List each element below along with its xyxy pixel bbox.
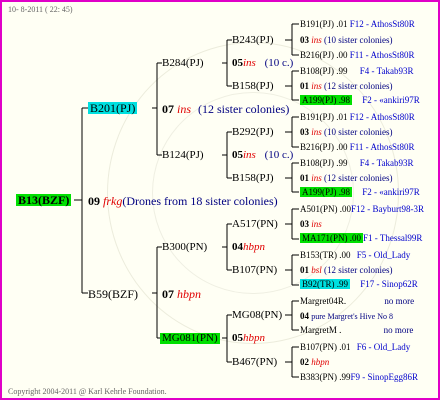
gen3-b292: B292(PJ) (232, 126, 274, 138)
gen3-mg08: MG08(PN) (232, 309, 283, 321)
root-queen: B13(BZF) (16, 193, 72, 207)
gen4-row: 01 ins (12 sister colonies) (300, 81, 393, 91)
copyright: Copyright 2004-2011 @ Karl Kehrle Founda… (8, 387, 167, 396)
gen4-row: A501(PN) .00F12 - Bayburt98-3R (300, 204, 424, 214)
gen4-row: Margret04R. no more (300, 296, 415, 306)
gen4-row: 01 bsl (12 sister colonies) (300, 265, 393, 275)
gen4-row: MargretM . no more (300, 325, 414, 335)
gen2-mg081-line: 05hbpn (232, 332, 265, 344)
pedigree-frame: 10- 8-2011 ( 22: 45) B13(BZF) B201(PJ) 0… (0, 0, 440, 400)
gen1-bottom-line: 07 hbpn (162, 287, 201, 301)
gen4-row: 01 ins (12 sister colonies) (300, 173, 393, 183)
gen4-row: 03 ins (10 sister colonies) (300, 35, 393, 45)
gen4-row: B191(PJ) .01 F12 - AthosSt80R (300, 112, 415, 122)
gen4-row: B108(PJ) .99 F4 - Takab93R (300, 66, 414, 76)
gen4-row: B216(PJ) .00 F11 - AthosSt80R (300, 142, 415, 152)
gen2-b284-line: 05ins (10 c.) (232, 57, 294, 69)
gen3-b243: B243(PJ) (232, 34, 274, 46)
gen4-row: A199(PJ) .98 F2 - «ankiri97R (300, 95, 420, 105)
gen4-row: 02 hbpn (300, 357, 330, 367)
gen4-row: B107(PN) .01 F6 - Old_Lady (300, 342, 411, 352)
gen4-row: B383(PN) .99F9 - SinopEgg86R (300, 372, 419, 382)
gen4-row: B153(TR) .00 F5 - Old_Lady (300, 250, 411, 260)
gen2-mg081: MG081(PN) (160, 332, 220, 344)
date-stamp: 10- 8-2011 ( 22: 45) (8, 5, 73, 14)
gen4-row: 04 pure Margret's Hive No 8 (300, 311, 393, 321)
gen3-a517: A517(PN) (232, 218, 278, 230)
gen3-b158a: B158(PJ) (232, 80, 274, 92)
gen1-mid-line: 09 frkg(Drones from 18 sister colonies) (88, 194, 278, 208)
gen2-b300: B300(PN) (162, 241, 208, 253)
gen4-row: B216(PJ) .00 F11 - AthosSt80R (300, 50, 415, 60)
gen1-bottom-queen: B59(BZF) (88, 287, 139, 301)
gen4-row: B191(PJ) .01 F12 - AthosSt80R (300, 19, 415, 29)
gen4-row: 03 ins (10 sister colonies) (300, 127, 393, 137)
gen2-b300-line: 04hbpn (232, 241, 265, 253)
gen3-b107a: B107(PN) (232, 264, 278, 276)
gen2-b124: B124(PJ) (162, 149, 204, 161)
gen2-b124-line: 05ins (10 c.) (232, 149, 294, 161)
gen4-row: B92(TR) .99 F17 - Sinop62R (300, 279, 418, 289)
gen1-top-queen: B201(PJ) (88, 101, 138, 115)
gen3-b467: B467(PN) (232, 356, 278, 368)
gen2-b284: B284(PJ) (162, 57, 204, 69)
gen3-b158b: B158(PJ) (232, 172, 274, 184)
gen1-top-line: 07 ins (12 sister colonies) (162, 102, 290, 116)
gen4-row: MA171(PN) .00 F1 - Thessal99R (300, 233, 423, 243)
gen4-row: A199(PJ) .98 F2 - «ankiri97R (300, 187, 420, 197)
gen4-row: B108(PJ) .99 F4 - Takab93R (300, 158, 414, 168)
gen4-row: 03 ins (300, 219, 322, 229)
